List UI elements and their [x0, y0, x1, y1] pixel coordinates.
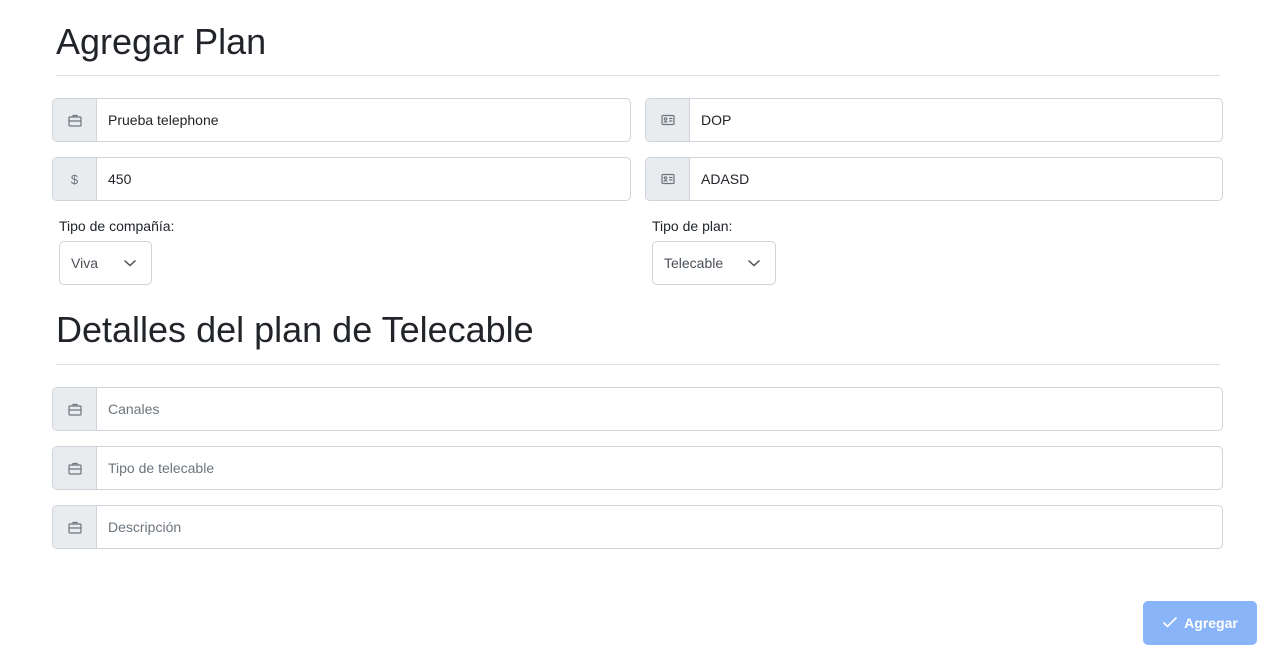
currency-group — [645, 98, 1223, 142]
page-title: Agregar Plan — [56, 21, 267, 62]
details-section-title: Detalles del plan de Telecable — [56, 309, 534, 350]
dollar-sign-icon: $ — [53, 158, 97, 200]
check-icon — [1162, 615, 1178, 631]
channels-group — [52, 387, 1223, 431]
currency-input[interactable] — [690, 99, 1222, 141]
plan-type-label: Tipo de plan: — [652, 218, 733, 234]
chevron-down-icon — [123, 258, 137, 268]
company-type-select[interactable]: Viva — [59, 241, 152, 285]
plan-type-value: Telecable — [664, 255, 724, 271]
id-card-icon — [646, 158, 690, 200]
briefcase-icon — [53, 99, 97, 141]
agregar-button-label: Agregar — [1184, 615, 1238, 631]
company-type-value: Viva — [71, 255, 98, 271]
briefcase-icon — [53, 447, 97, 489]
plan-name-group — [52, 98, 631, 142]
plan-type-select[interactable]: Telecable — [652, 241, 776, 285]
description-input[interactable] — [97, 506, 1222, 548]
agregar-button[interactable]: Agregar — [1143, 601, 1257, 645]
details-divider — [56, 364, 1220, 365]
telecable-type-group — [52, 446, 1223, 490]
code-group — [645, 157, 1223, 201]
company-type-label: Tipo de compañía: — [59, 218, 175, 234]
title-divider — [56, 75, 1220, 76]
telecable-type-input[interactable] — [97, 447, 1222, 489]
briefcase-icon — [53, 388, 97, 430]
plan-name-input[interactable] — [97, 99, 630, 141]
description-group — [52, 505, 1223, 549]
price-input[interactable] — [97, 158, 630, 200]
briefcase-icon — [53, 506, 97, 548]
id-card-icon — [646, 99, 690, 141]
price-symbol: $ — [70, 171, 79, 187]
code-input[interactable] — [690, 158, 1222, 200]
price-group: $ — [52, 157, 631, 201]
channels-input[interactable] — [97, 388, 1222, 430]
chevron-down-icon — [747, 258, 761, 268]
